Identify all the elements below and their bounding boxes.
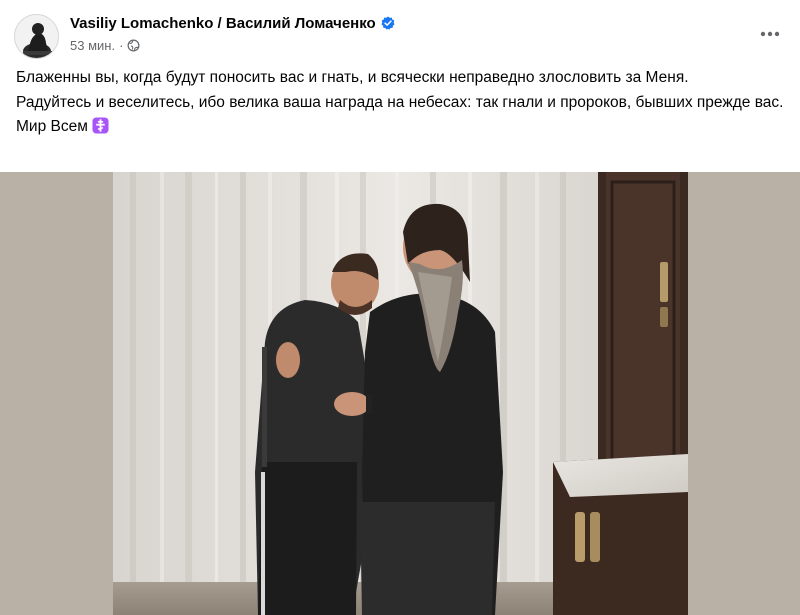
more-options-icon	[760, 31, 780, 37]
avatar-image	[15, 15, 58, 58]
post-text-line-3: Мир Всем	[16, 115, 786, 140]
post-meta: 53 мин. ·	[70, 38, 140, 53]
post-text-line-2: Радуйтесь и веселитесь, ибо велика ваша …	[16, 93, 784, 111]
post-photo-image	[0, 172, 800, 615]
post-text-closing: Мир Всем	[16, 118, 88, 135]
post-message: Блаженны вы, когда будут поносить вас и …	[16, 66, 786, 140]
orthodox-cross-emoji-icon	[92, 117, 109, 134]
verified-badge-icon	[381, 16, 395, 30]
post-photo[interactable]	[0, 172, 800, 615]
meta-separator: ·	[119, 38, 124, 53]
post-header: Vasiliy Lomachenko / Василий Ломаченко 5…	[0, 0, 800, 66]
author-name-text: Vasiliy Lomachenko / Василий Ломаченко	[70, 15, 376, 32]
post-text-line-1: Блаженны вы, когда будут поносить вас и …	[16, 69, 689, 86]
facebook-post: Vasiliy Lomachenko / Василий Ломаченко 5…	[0, 0, 800, 615]
author-avatar[interactable]	[14, 14, 59, 59]
post-timestamp[interactable]: 53 мин.	[70, 38, 115, 53]
author-name[interactable]: Vasiliy Lomachenko / Василий Ломаченко	[70, 15, 395, 32]
more-options-button[interactable]	[756, 20, 784, 48]
globe-icon[interactable]	[127, 39, 140, 52]
